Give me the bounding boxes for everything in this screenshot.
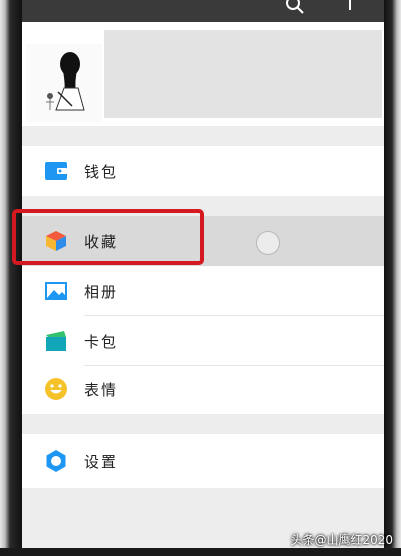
menu-item-stickers-label: 表情 (84, 381, 119, 399)
touch-indicator (256, 231, 280, 255)
profile-section[interactable] (22, 22, 384, 126)
menu-item-cards[interactable]: 卡包 (22, 316, 384, 366)
menu-item-wallet[interactable]: 钱包 (22, 146, 384, 196)
phone-frame-right (384, 0, 401, 556)
annotation-highlight-box (12, 209, 204, 265)
avatar[interactable] (26, 44, 102, 122)
wallet-icon (45, 162, 67, 180)
watermark: 头条@山鹰红2020 (290, 533, 393, 547)
menu-item-stickers[interactable]: 表情 (22, 364, 384, 414)
phone-frame-left (0, 0, 22, 556)
card-icon (46, 331, 66, 351)
menu-item-settings[interactable]: 设置 (22, 436, 384, 486)
profile-info-redacted (104, 30, 382, 118)
top-bar (22, 0, 384, 22)
menu-item-wallet-label: 钱包 (84, 163, 119, 181)
image-icon (45, 282, 67, 300)
gear-icon (46, 450, 66, 472)
menu-item-settings-label: 设置 (84, 453, 119, 471)
phone-frame-bottom (0, 548, 401, 556)
screen: 钱包 收藏 相册 卡包 表情 设置 (22, 0, 384, 548)
search-icon[interactable] (284, 0, 306, 16)
menu-item-album-label: 相册 (84, 283, 119, 301)
wallet-section: 钱包 (22, 146, 384, 196)
smiley-icon (45, 378, 67, 400)
avatar-image (46, 52, 85, 111)
plus-icon[interactable] (342, 0, 358, 10)
menu-item-album[interactable]: 相册 (22, 266, 384, 316)
menu-item-cards-label: 卡包 (84, 333, 119, 351)
settings-section: 设置 (22, 434, 384, 488)
